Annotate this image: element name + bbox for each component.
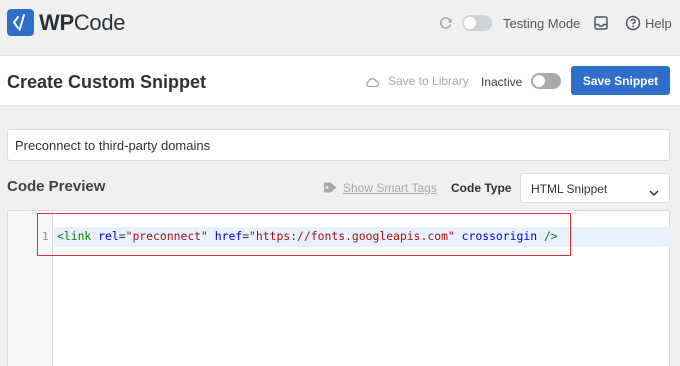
code-type-select[interactable]: HTML Snippet — [520, 173, 670, 203]
refresh-icon[interactable] — [438, 15, 454, 31]
save-snippet-button[interactable]: Save Snippet — [571, 66, 670, 95]
save-to-library-button[interactable]: Save to Library — [388, 74, 469, 88]
logo-icon — [7, 9, 34, 36]
top-bar: WPCode Testing Mode Help — [0, 0, 680, 47]
help-icon[interactable] — [625, 15, 641, 31]
page-header: Create Custom Snippet Save to Library In… — [0, 55, 680, 106]
testing-mode-toggle[interactable] — [462, 15, 492, 31]
active-toggle[interactable] — [531, 73, 561, 89]
chevron-down-icon — [649, 184, 659, 197]
tag-icon — [323, 181, 339, 194]
toggle-knob — [533, 75, 545, 87]
snippet-title-input[interactable] — [7, 129, 670, 161]
help-link[interactable]: Help — [645, 16, 672, 31]
status-label: Inactive — [481, 75, 523, 89]
page-title: Create Custom Snippet — [7, 72, 207, 92]
logo-suffix: Code — [73, 10, 126, 35]
code-type-value: HTML Snippet — [531, 182, 608, 196]
app-logo: WPCode — [39, 10, 126, 36]
logo-prefix: WP — [39, 10, 74, 35]
cloud-icon — [365, 75, 380, 88]
inbox-icon[interactable] — [593, 15, 609, 31]
annotation-highlight — [37, 213, 571, 256]
toggle-knob — [464, 17, 476, 29]
code-preview-title: Code Preview — [7, 178, 106, 195]
code-type-label: Code Type — [451, 181, 512, 195]
show-smart-tags-link[interactable]: Show Smart Tags — [343, 181, 437, 195]
testing-mode-label: Testing Mode — [503, 16, 581, 31]
